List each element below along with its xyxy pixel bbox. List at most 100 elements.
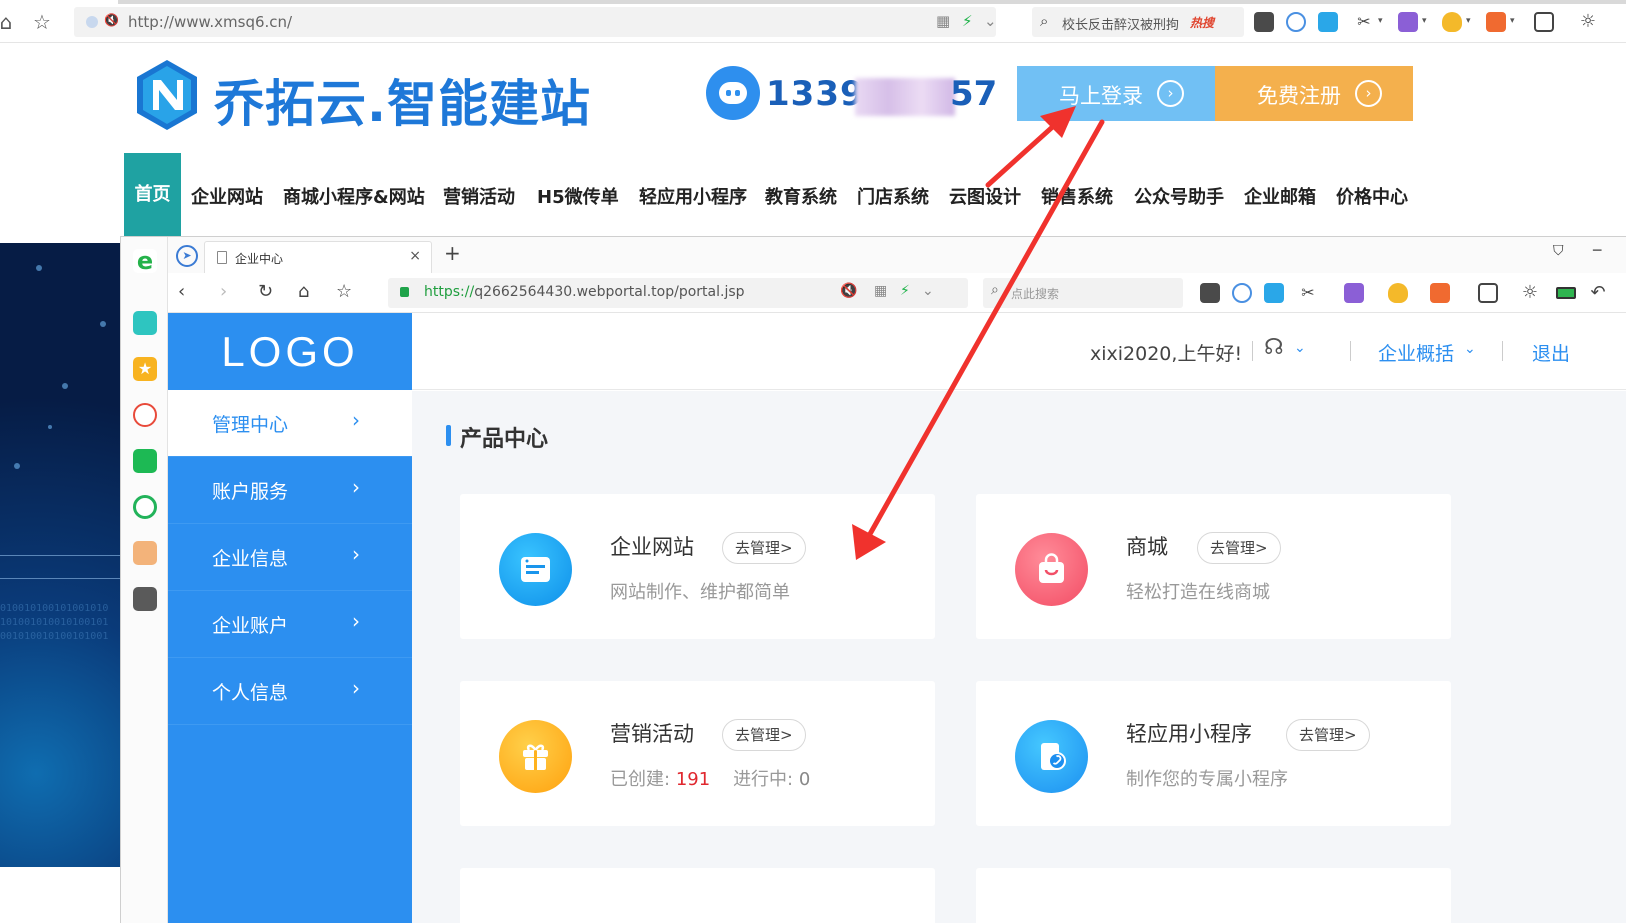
login-button[interactable]: 马上登录 › xyxy=(1017,66,1215,121)
reload-icon[interactable]: ↻ xyxy=(258,281,273,302)
url-dropdown-icon[interactable]: ⌄ xyxy=(922,283,934,299)
battery-icon[interactable] xyxy=(1556,287,1576,299)
enterprise-overview-menu[interactable]: 企业概括 xyxy=(1378,339,1454,366)
apps-grid-icon[interactable] xyxy=(1478,283,1498,303)
weibo-icon[interactable] xyxy=(133,403,157,427)
manage-button[interactable]: 去管理> xyxy=(1286,719,1370,751)
translate-icon[interactable] xyxy=(1344,283,1364,303)
product-card-partial[interactable] xyxy=(460,868,935,923)
manage-button[interactable]: 去管理> xyxy=(722,719,806,751)
nav-item-pricing[interactable]: 价格中心 xyxy=(1336,183,1408,209)
translate-dropdown-icon[interactable]: ▾ xyxy=(1422,16,1427,26)
inner-address-bar[interactable]: https://q2662564430.webportal.top/portal… xyxy=(388,278,968,308)
game-dropdown-icon[interactable]: ▾ xyxy=(1510,16,1515,26)
nav-item-light-app[interactable]: 轻应用小程序 xyxy=(639,183,747,209)
extension-minus-icon[interactable] xyxy=(1232,283,1252,303)
sidebar-item-account-service[interactable]: 账户服务 › xyxy=(168,457,412,524)
outer-search-box[interactable]: ⌕ 校长反击醉汉被刑拘 热搜 xyxy=(1032,7,1244,37)
portal-logo[interactable]: LOGO xyxy=(168,313,412,390)
register-button[interactable]: 免费注册 › xyxy=(1215,66,1413,121)
speed-bolt-icon[interactable]: ⚡ xyxy=(900,283,910,299)
product-card-light-app[interactable]: 轻应用小程序 去管理> 制作您的专属小程序 xyxy=(976,681,1451,826)
sidebar-item-enterprise-info[interactable]: 企业信息 › xyxy=(168,524,412,591)
minimize-icon[interactable]: ─ xyxy=(1593,243,1601,259)
skin-icon[interactable]: ⛉ xyxy=(1553,243,1564,259)
home-icon[interactable]: ⌂ xyxy=(298,281,309,302)
close-tab-icon[interactable]: × xyxy=(409,248,421,264)
game-controller-icon[interactable] xyxy=(1430,283,1450,303)
chevron-right-icon: › xyxy=(352,609,360,633)
shield-coin-icon[interactable] xyxy=(1442,12,1462,32)
translate-icon[interactable] xyxy=(1398,12,1418,32)
rail-app-icon[interactable] xyxy=(133,311,157,335)
chevron-down-icon[interactable]: ⌄ xyxy=(1294,340,1306,356)
back-icon[interactable]: ‹ xyxy=(178,281,185,302)
logout-link[interactable]: 退出 xyxy=(1532,339,1570,366)
game-character-icon[interactable] xyxy=(133,541,157,565)
mail-icon[interactable] xyxy=(133,449,157,473)
extension-reader-icon[interactable] xyxy=(1200,283,1220,303)
brand-logo-icon[interactable] xyxy=(133,58,201,132)
product-card-shop[interactable]: 商城 去管理> 轻松打造在线商城 xyxy=(976,494,1451,639)
shield-coin-icon[interactable] xyxy=(1388,283,1408,303)
screenshot-scissors-icon[interactable]: ✂ xyxy=(1354,12,1374,32)
nav-home[interactable]: 首页 xyxy=(124,153,181,237)
product-card-partial[interactable] xyxy=(976,868,1451,923)
nav-item-enterprise-site[interactable]: 企业网站 xyxy=(191,183,263,209)
register-button-label: 免费注册 xyxy=(1257,80,1341,110)
nav-item-enterprise-mail[interactable]: 企业邮箱 xyxy=(1244,183,1316,209)
extension-translate-a-icon[interactable] xyxy=(1318,12,1338,32)
url-dropdown-icon[interactable]: ⌄ xyxy=(984,12,997,30)
nav-item-h5[interactable]: H5微传单 xyxy=(537,183,619,209)
forward-icon[interactable]: › xyxy=(220,281,227,302)
media-blocked-icon[interactable]: 🔇 xyxy=(840,283,857,299)
lock-icon[interactable] xyxy=(400,287,409,297)
ie-browser-icon[interactable]: e xyxy=(133,249,157,273)
sidebar-item-enterprise-account[interactable]: 企业账户 › xyxy=(168,591,412,658)
product-card-marketing-activity[interactable]: 营销活动 去管理> 已创建: 191 进行中: 0 xyxy=(460,681,935,826)
speed-bolt-icon[interactable]: ⚡ xyxy=(962,12,973,30)
nav-item-sales[interactable]: 销售系统 xyxy=(1041,183,1113,209)
media-blocked-icon[interactable]: 🔇 xyxy=(104,13,119,27)
manage-button[interactable]: 去管理> xyxy=(1197,532,1281,564)
product-card-enterprise-site[interactable]: 企业网站 去管理> 网站制作、维护都简单 xyxy=(460,494,935,639)
manage-button[interactable]: 去管理> xyxy=(722,532,806,564)
sidebar-item-label: 个人信息 xyxy=(212,678,288,705)
coin-dropdown-icon[interactable]: ▾ xyxy=(1466,16,1471,26)
inner-search-box[interactable]: ⌕ 点此搜索 xyxy=(983,278,1183,308)
bookmark-star-icon[interactable]: ☆ xyxy=(30,10,54,34)
qr-code-icon[interactable]: ▦ xyxy=(936,12,950,30)
nav-item-store[interactable]: 门店系统 xyxy=(857,183,929,209)
chevron-down-icon[interactable]: ⌄ xyxy=(1464,341,1476,357)
scissors-dropdown-icon[interactable]: ▾ xyxy=(1378,16,1383,26)
chat-icon[interactable] xyxy=(133,495,157,519)
screenshot-scissors-icon[interactable]: ✂ xyxy=(1298,283,1318,303)
site-security-icon[interactable] xyxy=(86,16,98,28)
qr-code-icon[interactable]: ▦ xyxy=(874,283,887,299)
apps-grid-icon[interactable] xyxy=(1534,12,1554,32)
nav-item-mall-miniprogram[interactable]: 商城小程序&网站 xyxy=(283,183,425,209)
outer-address-bar[interactable]: 🔇 http://www.xmsq6.cn/ ▦ ⚡ ⌄ xyxy=(74,7,996,37)
tab-enterprise-center[interactable]: 企业中心 × xyxy=(204,241,432,273)
headset-icon[interactable]: ☊ xyxy=(1264,335,1284,360)
brightness-icon[interactable]: ☼ xyxy=(1578,12,1598,32)
home-icon[interactable]: ⌂ xyxy=(0,10,18,34)
new-tab-icon[interactable]: + xyxy=(444,241,461,265)
sidebar-item-personal-info[interactable]: 个人信息 › xyxy=(168,658,412,725)
nav-item-marketing[interactable]: 营销活动 xyxy=(443,183,515,209)
extension-minus-icon[interactable] xyxy=(1286,12,1306,32)
compass-icon[interactable]: ➤ xyxy=(176,245,198,267)
favorites-star-icon[interactable]: ★ xyxy=(133,357,157,381)
undo-icon[interactable]: ↶ xyxy=(1588,283,1608,303)
game-controller-icon[interactable] xyxy=(1486,12,1506,32)
brightness-icon[interactable]: ☼ xyxy=(1520,283,1540,303)
nav-item-cloud-design[interactable]: 云图设计 xyxy=(949,183,1021,209)
bookmark-star-icon[interactable]: ☆ xyxy=(336,281,352,302)
panda-icon[interactable] xyxy=(133,587,157,611)
nav-item-official-account[interactable]: 公众号助手 xyxy=(1134,183,1224,209)
extension-translate-a-icon[interactable] xyxy=(1264,283,1284,303)
brand-title[interactable]: 乔拓云.智能建站 xyxy=(214,64,591,136)
nav-item-education[interactable]: 教育系统 xyxy=(765,183,837,209)
sidebar-item-management-center[interactable]: 管理中心 › xyxy=(168,390,412,457)
extension-reader-icon[interactable] xyxy=(1254,12,1274,32)
